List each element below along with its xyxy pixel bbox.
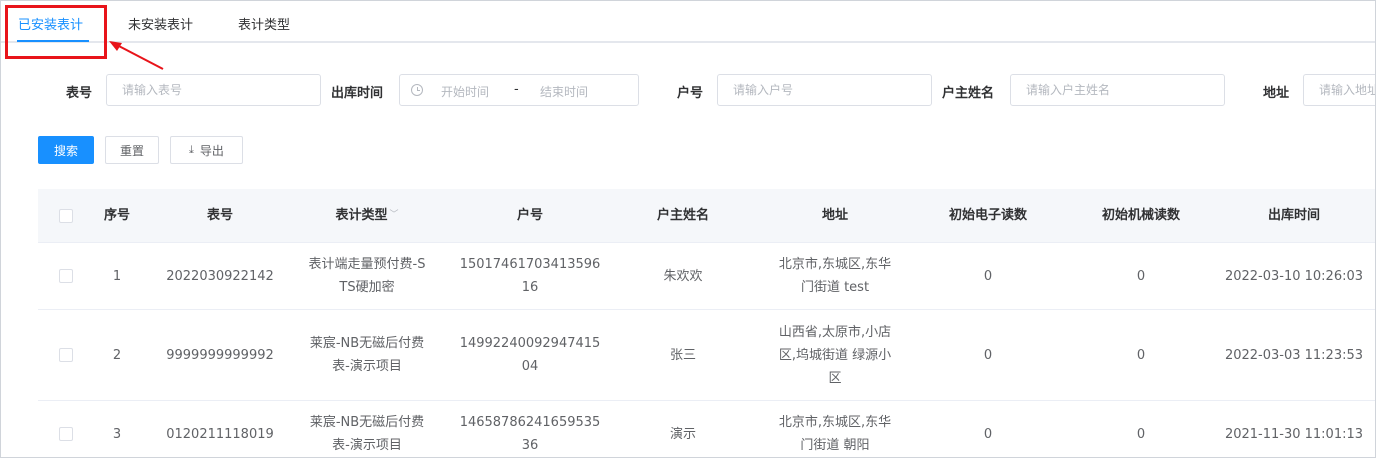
tab-bar: 已安装表计 未安装表计 表计类型 (1, 1, 1375, 43)
address-label: 地址 (1263, 86, 1290, 101)
row-select-cell (54, 243, 78, 309)
row-account-no-line: 14992240092947415 (459, 336, 601, 351)
row-out-time: 2021-11-30 11:01:13 (1224, 426, 1364, 442)
row-init-mechanical: 0 (1136, 426, 1146, 442)
header-out-time: 出库时间 (1267, 208, 1320, 223)
select-all-cell (54, 189, 78, 242)
reset-button[interactable]: 重置 (105, 136, 159, 164)
header-init-electronic: 初始电子读数 (948, 208, 1027, 223)
annotation-highlight-box (5, 5, 107, 59)
range-separator: - (514, 82, 519, 97)
out-time-label: 出库时间 (331, 86, 384, 101)
row-select-cell (54, 310, 78, 400)
row-owner-name: 演示 (669, 426, 696, 442)
row-meter-type-line: TS硬加密 (339, 280, 395, 295)
header-init-mechanical: 初始机械读数 (1101, 208, 1180, 223)
table-header: 序号 表号 表计类型 ﹀ 户号 户主姓名 地址 初始电子读数 初始机械读数 出库时… (38, 189, 1375, 243)
row-account-no-line: 36 (521, 438, 539, 453)
out-time-range-picker[interactable]: 开始时间 - 结束时间 (399, 74, 639, 106)
account-no-label: 户号 (677, 86, 704, 101)
table-row[interactable]: 1 2022030922142 表计端走量预付费-S TS硬加密 15017461… (38, 243, 1375, 310)
row-meter-type-line: 表-演示项目 (332, 438, 402, 453)
sort-caret-icon[interactable]: ﹀ (390, 204, 399, 227)
table-row[interactable]: 2 9999999999992 莱宸-NB无磁后付费 表-演示项目 1499224… (38, 310, 1375, 401)
row-address: 山西省,太原市,小店 区,坞城街道 绿源小区 (756, 310, 914, 400)
row-meter-type: 莱宸-NB无磁后付费 表-演示项目 (284, 310, 450, 400)
row-init-electronic: 0 (983, 347, 993, 363)
row-checkbox[interactable] (59, 427, 73, 441)
owner-name-label: 户主姓名 (942, 86, 995, 101)
row-account-no-line: 04 (521, 359, 539, 374)
download-icon: ⤓ (189, 143, 194, 156)
meter-no-label: 表号 (66, 86, 93, 101)
row-select-cell (54, 401, 78, 457)
page-frame: 已安装表计 未安装表计 表计类型 表号 出库时间 开始时间 - 结束时间 户号 … (0, 0, 1376, 458)
row-address-line: 门街道 朝阳 (800, 438, 870, 453)
end-time-input[interactable]: 结束时间 (540, 83, 588, 100)
tab-uninstalled-meters[interactable]: 未安装表计 (128, 14, 193, 33)
row-account-no: 14658786241659535 36 (450, 401, 610, 457)
header-address: 地址 (821, 208, 848, 223)
row-meter-type-line: 莱宸-NB无磁后付费 (309, 336, 425, 351)
export-button-label: 导出 (199, 143, 224, 158)
row-meter-type: 表计端走量预付费-S TS硬加密 (284, 243, 450, 309)
row-account-no: 15017461703413596 16 (450, 243, 610, 309)
row-address-line: 北京市,东城区,东华 (778, 415, 892, 430)
row-index: 3 (112, 426, 122, 442)
row-checkbox[interactable] (59, 269, 73, 283)
select-all-checkbox[interactable] (59, 208, 73, 223)
row-address-line: 北京市,东城区,东华 (778, 257, 892, 272)
row-address-line: 区 (828, 370, 842, 386)
row-address: 北京市,东城区,东华 门街道 test (756, 243, 914, 309)
address-input[interactable] (1303, 74, 1375, 106)
row-account-no-line: 15017461703413596 (459, 257, 601, 272)
row-account-no-line: 14658786241659535 (459, 415, 601, 430)
row-owner-name: 张三 (669, 347, 696, 363)
row-init-electronic: 0 (983, 426, 993, 442)
row-init-electronic: 0 (983, 268, 993, 284)
row-meter-type-line: 莱宸-NB无磁后付费 (309, 415, 425, 430)
start-time-input[interactable]: 开始时间 (441, 83, 489, 100)
row-meter-type-line: 表-演示项目 (332, 359, 402, 374)
row-out-time: 2022-03-03 11:23:53 (1224, 347, 1364, 363)
row-address: 北京市,东城区,东华 门街道 朝阳 (756, 401, 914, 457)
header-account-no: 户号 (516, 208, 543, 223)
row-owner-name: 朱欢欢 (663, 268, 703, 284)
account-no-input[interactable] (717, 74, 932, 106)
row-index: 1 (112, 268, 122, 284)
row-account-no: 14992240092947415 04 (450, 310, 610, 400)
export-button[interactable]: ⤓ 导出 (170, 136, 243, 164)
row-meter-no: 9999999999992 (166, 347, 274, 363)
row-meter-type-line: 表计端走量预付费-S (308, 257, 426, 272)
owner-name-input[interactable] (1010, 74, 1225, 106)
table-row[interactable]: 3 0120211118019 莱宸-NB无磁后付费 表-演示项目 1465878… (38, 401, 1375, 457)
tab-meter-types[interactable]: 表计类型 (238, 14, 290, 33)
row-init-mechanical: 0 (1136, 347, 1146, 363)
row-out-time: 2022-03-10 10:26:03 (1224, 268, 1364, 284)
row-index: 2 (112, 347, 122, 363)
row-address-line: 山西省,太原市,小店 (778, 324, 892, 340)
header-meter-no: 表号 (206, 208, 233, 223)
row-address-line: 门街道 test (800, 280, 870, 295)
row-address-line: 区,坞城街道 绿源小 (778, 347, 892, 363)
row-init-mechanical: 0 (1136, 268, 1146, 284)
header-owner-name: 户主姓名 (656, 208, 709, 223)
header-meter-type-label: 表计类型 (335, 208, 388, 223)
row-meter-no: 2022030922142 (166, 268, 274, 284)
search-button[interactable]: 搜索 (38, 136, 94, 164)
header-index: 序号 (103, 208, 130, 223)
row-checkbox[interactable] (59, 348, 73, 362)
row-account-no-line: 16 (521, 280, 539, 295)
header-meter-type[interactable]: 表计类型 ﹀ (284, 189, 450, 242)
row-meter-type: 莱宸-NB无磁后付费 表-演示项目 (284, 401, 450, 457)
row-meter-no: 0120211118019 (166, 426, 274, 442)
annotation-arrow-icon (109, 41, 164, 70)
meter-no-input[interactable] (106, 74, 321, 106)
clock-icon (411, 84, 423, 96)
